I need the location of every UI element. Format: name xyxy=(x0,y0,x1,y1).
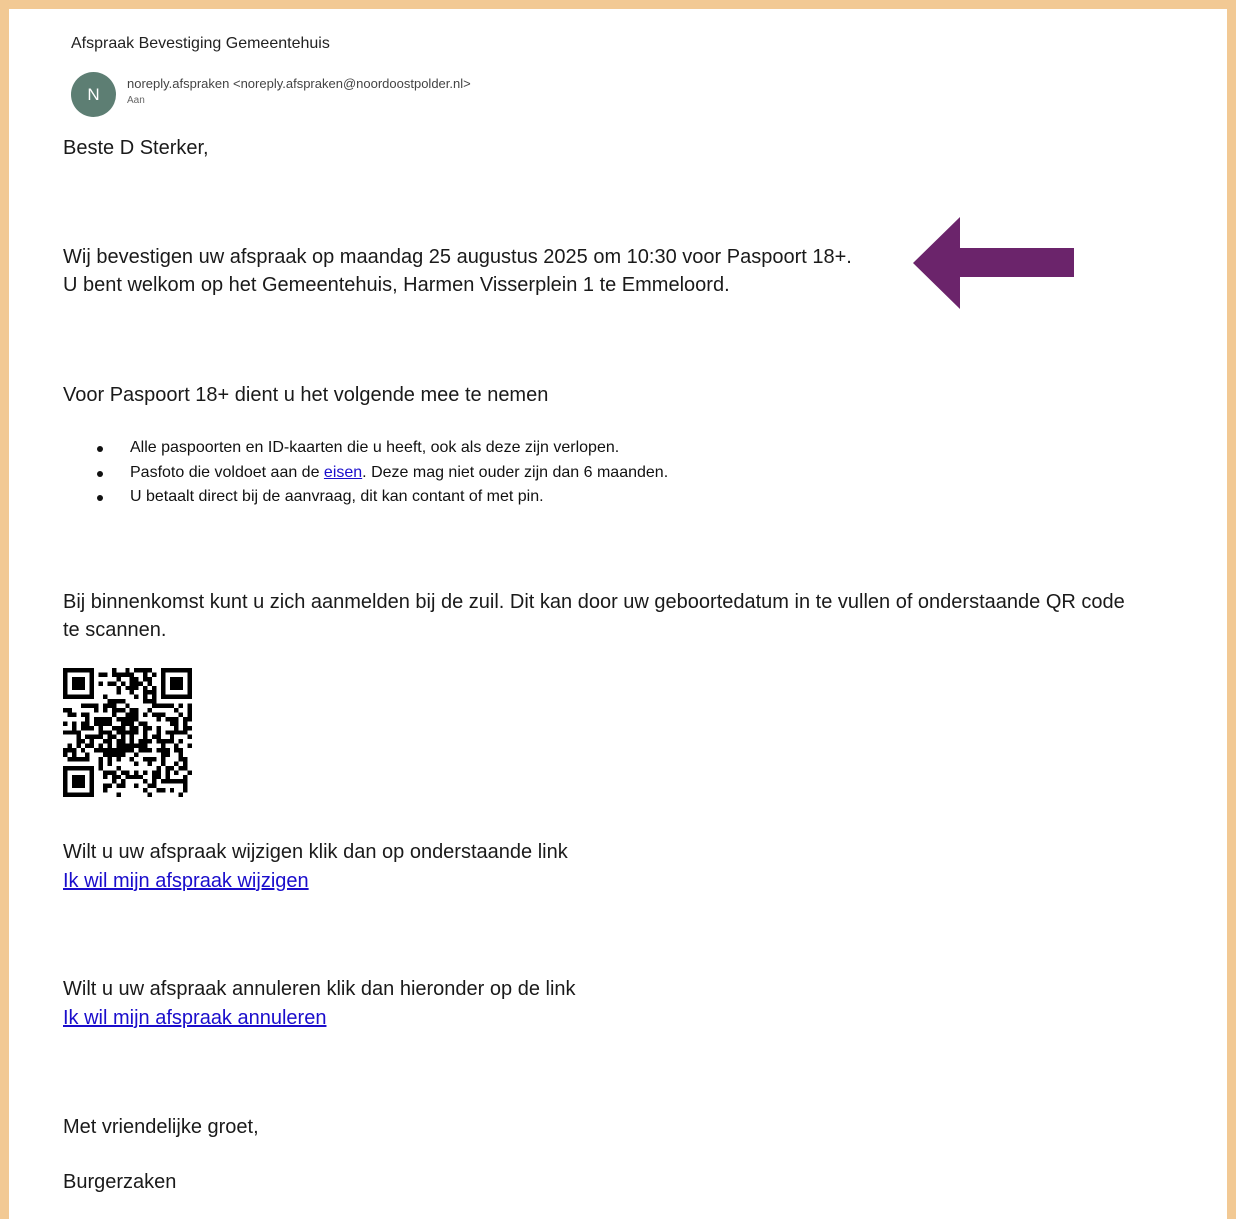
checkin-text-line2: te scannen. xyxy=(63,619,167,641)
location-line: U bent welkom op het Gemeentehuis, Harme… xyxy=(63,274,730,296)
list-item-text: Alle paspoorten en ID-kaarten die u heef… xyxy=(130,439,620,456)
list-item: Alle paspoorten en ID-kaarten die u heef… xyxy=(97,436,668,461)
signature: Burgerzaken xyxy=(63,1171,177,1193)
list-item-text: U betaalt direct bij de aanvraag, dit ka… xyxy=(130,488,544,505)
recipient-label: Aan xyxy=(127,95,145,106)
checkin-text-line1: Bij binnenkomst kunt u zich aanmelden bi… xyxy=(63,591,1125,613)
sender-avatar[interactable]: N xyxy=(71,72,116,117)
confirmation-line: Wij bevestigen uw afspraak op maandag 25… xyxy=(63,246,852,268)
closing: Met vriendelijke groet, xyxy=(63,1116,259,1138)
list-item-text: Pasfoto die voldoet aan de xyxy=(130,463,324,481)
change-instruction: Wilt u uw afspraak wijzigen klik dan op … xyxy=(63,841,568,863)
qr-code-icon xyxy=(63,668,192,797)
left-arrow-icon xyxy=(913,217,1074,309)
list-item-text: . Deze mag niet ouder zijn dan 6 maanden… xyxy=(362,463,669,481)
list-item: U betaalt direct bij de aanvraag, dit ka… xyxy=(97,485,668,510)
sender-address[interactable]: noreply.afspraken <noreply.afspraken@noo… xyxy=(127,76,471,91)
email-subject: Afspraak Bevestiging Gemeentehuis xyxy=(71,35,330,52)
requirements-list: Alle paspoorten en ID-kaarten die u heef… xyxy=(97,436,668,510)
greeting: Beste D Sterker, xyxy=(63,137,209,159)
list-item: Pasfoto die voldoet aan de eisen. Deze m… xyxy=(97,461,668,486)
email-frame: Afspraak Bevestiging Gemeentehuis N nore… xyxy=(0,0,1236,1219)
eisen-link[interactable]: eisen xyxy=(324,464,362,481)
cancel-appointment-link[interactable]: Ik wil mijn afspraak annuleren xyxy=(63,1007,326,1030)
cancel-instruction: Wilt u uw afspraak annuleren klik dan hi… xyxy=(63,978,576,1000)
requirements-heading: Voor Paspoort 18+ dient u het volgende m… xyxy=(63,384,549,406)
change-appointment-link[interactable]: Ik wil mijn afspraak wijzigen xyxy=(63,870,309,893)
